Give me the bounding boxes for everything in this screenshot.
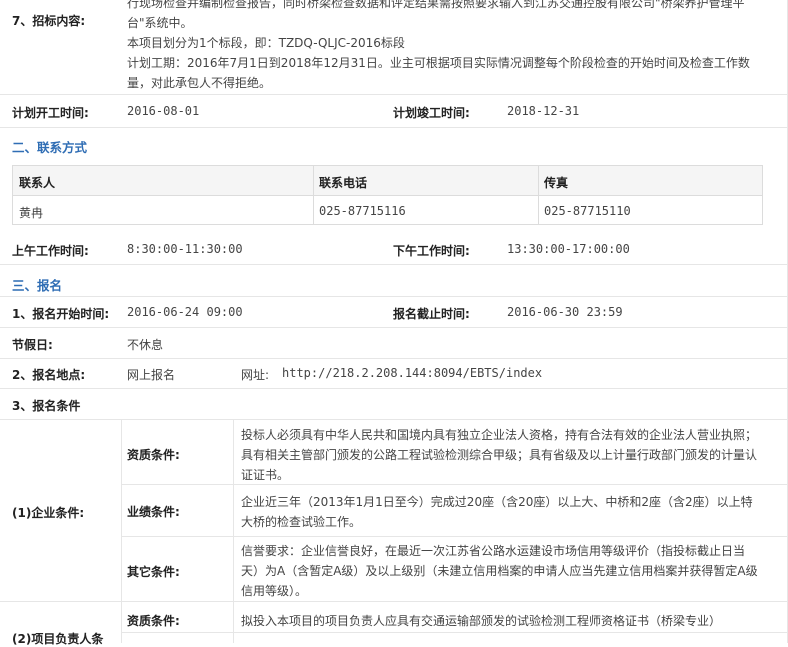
- divider: [0, 296, 787, 297]
- divider: [0, 94, 787, 95]
- registration-place-value: 网上报名: [127, 368, 176, 382]
- qualification-text: 投标人必须具有中华人民共和国境内具有独立企业法人资格，持有合法有效的企业法人营业…: [241, 425, 757, 485]
- leader-qualification-label: 资质条件:: [127, 614, 180, 628]
- divider: [121, 632, 787, 633]
- divider: [0, 601, 787, 602]
- divider: [0, 388, 787, 389]
- qualification-line: 投标人必须具有中华人民共和国境内具有独立企业法人资格，持有合法有效的企业法人营业…: [241, 428, 758, 442]
- am-hours-value: 8:30:00-11:30:00: [127, 242, 243, 256]
- other-conditions-line: 信誉要求：企业信誉良好，在最近一次江苏省公路水运建设市场信用等级评价（指投标截止…: [241, 544, 746, 558]
- performance-line: 企业近三年（2013年1月1日至今）完成过20座（含20座）以上大、中桥和2座（…: [241, 495, 753, 509]
- planned-start-label: 计划开工时间:: [12, 106, 89, 120]
- divider: [0, 327, 787, 328]
- divider: [0, 358, 787, 359]
- other-conditions-text: 信誉要求：企业信誉良好，在最近一次江苏省公路水运建设市场信用等级评价（指投标截止…: [241, 541, 758, 601]
- divider: [0, 419, 787, 420]
- registration-start-value: 2016-06-24 09:00: [127, 305, 243, 319]
- leader-qualification-text: 拟投入本项目的项目负责人应具有交通运输部颁发的试验检测工程师资格证书（桥梁专业）: [241, 614, 722, 628]
- registration-url-label: 网址:: [241, 368, 270, 382]
- contact-header-fax: 传真: [544, 176, 569, 190]
- contact-section-title: 二、联系方式: [12, 140, 88, 155]
- qualification-label: 资质条件:: [127, 448, 180, 462]
- contact-header-phone: 联系电话: [319, 176, 368, 190]
- registration-end-value: 2016-06-30 23:59: [507, 305, 623, 319]
- contact-fax: 025-87715110: [544, 204, 631, 218]
- registration-place-label: 2、报名地点:: [12, 368, 86, 382]
- tender-content-text: 行现场检查并编制检查报告，同时桥梁检查数据和评定结果需按照要求输入到江苏交通控股…: [127, 0, 750, 93]
- am-hours-label: 上午工作时间:: [12, 244, 89, 258]
- divider: [0, 264, 787, 265]
- registration-section-title: 三、报名: [12, 278, 63, 293]
- tender-line: 行现场检查并编制检查报告，同时桥梁检查数据和评定结果需按照要求输入到江苏交通控股…: [127, 0, 745, 10]
- column-divider: [233, 419, 234, 643]
- registration-start-label: 1、报名开始时间:: [12, 307, 110, 321]
- other-conditions-line: 天）为A（含暂定A级）及以上级别（未建立信用档案的申请人应当先建立信用档案并获得…: [241, 564, 758, 578]
- performance-label: 业绩条件:: [127, 505, 180, 519]
- other-conditions-label: 其它条件:: [127, 565, 180, 579]
- enterprise-conditions-label: (1)企业条件:: [12, 506, 85, 520]
- holiday-label: 节假日:: [12, 338, 53, 352]
- tender-line: 台"系统中。: [127, 16, 193, 30]
- registration-conditions-label: 3、报名条件: [12, 399, 81, 413]
- divider: [121, 536, 787, 537]
- contact-header-person: 联系人: [19, 176, 56, 190]
- other-conditions-line: 信用等级）。: [241, 584, 308, 598]
- column-divider: [538, 166, 539, 224]
- registration-end-label: 报名截止时间:: [393, 307, 470, 321]
- pm-hours-label: 下午工作时间:: [393, 244, 470, 258]
- pm-hours-value: 13:30:00-17:00:00: [507, 242, 630, 256]
- contact-table: 联系人 联系电话 传真 黄冉 025-87715116 025-87715110: [12, 165, 763, 225]
- contact-person: 黄冉: [19, 206, 44, 220]
- column-divider: [121, 419, 122, 643]
- planned-end-label: 计划竣工时间:: [393, 106, 470, 120]
- tender-line: 本项目划分为1个标段，即：TZDQ-QLJC-2016标段: [127, 36, 405, 50]
- divider: [121, 484, 787, 485]
- contact-phone[interactable]: 025-87715116: [319, 204, 406, 218]
- planned-start-value: 2016-08-01: [127, 104, 200, 118]
- qualification-line: 证证书。: [241, 468, 290, 482]
- divider: [0, 127, 787, 128]
- qualification-line: 具有相关主管部门颁发的公路工程试验检测综合甲级；具有省级及以上计量行政部门颁发的…: [241, 448, 758, 462]
- performance-text: 企业近三年（2013年1月1日至今）完成过20座（含20座）以上大、中桥和2座（…: [241, 492, 753, 532]
- contact-table-header: [13, 166, 762, 196]
- performance-line: 大桥的检查试验工作。: [241, 515, 362, 529]
- project-leader-label: (2)项目负责人条: [12, 632, 104, 646]
- holiday-value: 不休息: [127, 338, 164, 352]
- tender-line: 量，对此承包人不得拒绝。: [127, 76, 272, 90]
- planned-end-value: 2018-12-31: [507, 104, 580, 118]
- column-divider: [313, 166, 314, 224]
- tender-line: 计划工期：2016年7月1日到2018年12月31日。业主可根据项目实际情况调整…: [127, 56, 750, 70]
- tender-content-label: 7、招标内容:: [12, 14, 86, 28]
- registration-url-link[interactable]: http://218.2.208.144:8094/EBTS/index: [282, 366, 542, 380]
